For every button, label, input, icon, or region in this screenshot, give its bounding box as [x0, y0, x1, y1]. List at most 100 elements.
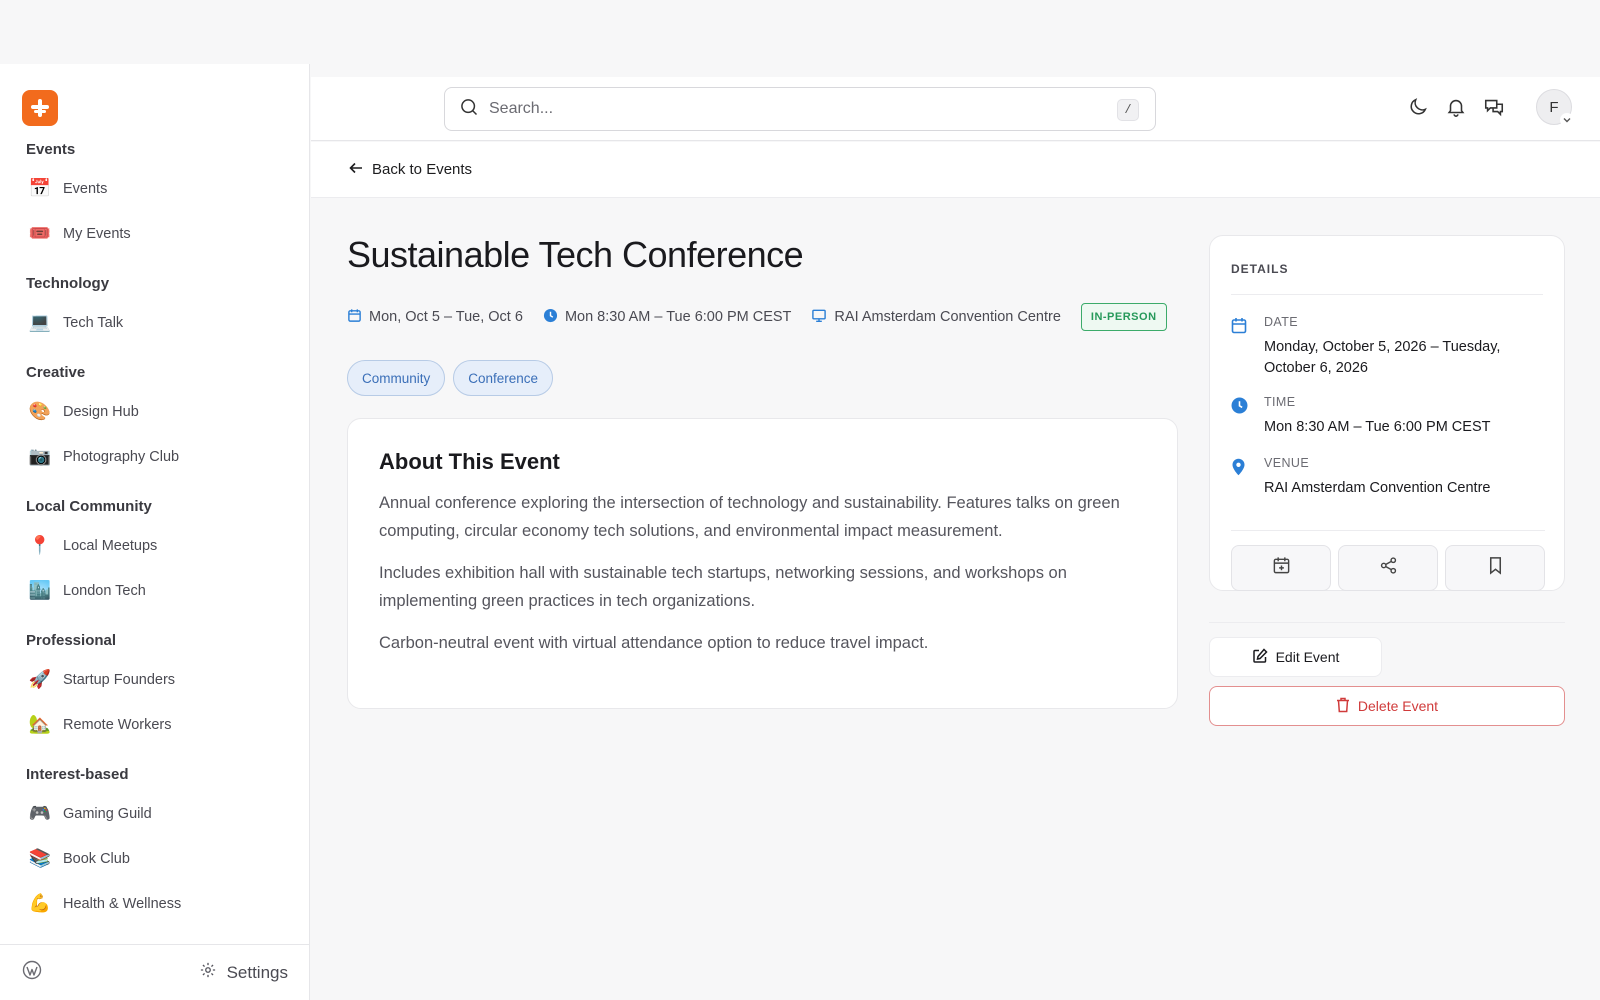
bookmark-button[interactable]: [1445, 545, 1545, 591]
sidebar-item-label: London Tech: [63, 582, 146, 599]
settings-label: Settings: [226, 962, 288, 982]
nav-group-title: Local Community: [26, 498, 152, 515]
search-box[interactable]: /: [444, 87, 1156, 131]
meta-date: Mon, Oct 5 – Tue, Oct 6: [347, 308, 523, 327]
sidebar-item-my-events[interactable]: 🎟️ My Events: [26, 211, 309, 256]
tag-community[interactable]: Community: [347, 360, 446, 396]
sidebar-item-book-club[interactable]: 📚 Book Club: [26, 836, 309, 881]
sidebar-item-remote-workers[interactable]: 🏡 Remote Workers: [26, 702, 309, 747]
nav-group-title: Interest-based: [26, 766, 129, 783]
event-tags: Community Conference: [347, 360, 554, 396]
nav-group-creative: Creative 🎨 Design Hub 📷 Photography Club: [0, 363, 309, 479]
moon-icon[interactable]: [1406, 95, 1430, 119]
meta-venue-text: RAI Amsterdam Convention Centre: [834, 309, 1061, 325]
bell-icon[interactable]: [1444, 95, 1468, 119]
sidebar-item-label: Health & Wellness: [63, 895, 182, 912]
pin-emoji-icon: 📍: [28, 535, 52, 555]
detail-venue: VENUE RAI Amsterdam Convention Centre: [1231, 456, 1543, 499]
meta-date-text: Mon, Oct 5 – Tue, Oct 6: [369, 309, 523, 325]
sidebar-nav[interactable]: Events 📅 Events 🎟️ My Events Technology …: [0, 132, 309, 938]
sidebar-item-photography-club[interactable]: 📷 Photography Club: [26, 434, 309, 479]
laptop-emoji-icon: 💻: [28, 312, 52, 332]
detail-label: DATE: [1264, 315, 1299, 329]
avatar[interactable]: F: [1536, 89, 1574, 127]
sidebar-item-events[interactable]: 📅 Events: [26, 166, 309, 211]
calendar-icon: [347, 308, 362, 327]
details-card: DETAILS DATE Monday, October 5, 2026 – T…: [1209, 235, 1565, 591]
camera-emoji-icon: 📷: [28, 446, 52, 466]
sidebar-item-label: Tech Talk: [63, 314, 124, 331]
meta-time: Mon 8:30 AM – Tue 6:00 PM CEST: [543, 308, 791, 327]
delete-event-button[interactable]: Delete Event: [1209, 686, 1565, 726]
sidebar-item-startup-founders[interactable]: 🚀 Startup Founders: [26, 657, 309, 702]
search-icon: [459, 97, 479, 122]
share-button[interactable]: [1338, 545, 1438, 591]
nav-group-title: Creative: [26, 364, 86, 381]
wordpress-icon[interactable]: [22, 960, 42, 985]
page-title: Sustainable Tech Conference: [347, 234, 804, 275]
bookmark-icon: [1487, 556, 1504, 580]
back-link-label: Back to Events: [372, 161, 473, 178]
detail-value: Monday, October 5, 2026 – Tuesday, Octob…: [1264, 339, 1501, 376]
sidebar-item-label: Photography Club: [63, 448, 180, 465]
nav-group-events: Events 📅 Events 🎟️ My Events: [0, 140, 309, 256]
details-actions: [1231, 530, 1545, 591]
detail-label: TIME: [1264, 395, 1296, 409]
top-strip: [0, 0, 1600, 64]
back-to-events-link[interactable]: Back to Events: [348, 160, 472, 180]
about-paragraph: Annual conference exploring the intersec…: [379, 494, 1120, 540]
sidebar-item-tech-talk[interactable]: 💻 Tech Talk: [26, 300, 309, 345]
detail-date: DATE Monday, October 5, 2026 – Tuesday, …: [1231, 315, 1543, 379]
detail-label: VENUE: [1264, 456, 1310, 470]
sidebar-footer: Settings: [0, 944, 309, 1000]
about-title: About This Event: [379, 449, 560, 474]
back-bar: Back to Events: [311, 142, 1600, 198]
sidebar-item-gaming-guild[interactable]: 🎮 Gaming Guild: [26, 791, 309, 836]
sidebar-item-london-tech[interactable]: 🏙️ London Tech: [26, 568, 309, 613]
search-input[interactable]: [489, 100, 1089, 118]
meta-time-text: Mon 8:30 AM – Tue 6:00 PM CEST: [564, 309, 792, 325]
tag-conference[interactable]: Conference: [453, 360, 554, 396]
settings-link[interactable]: Settings: [199, 961, 288, 984]
edit-icon: [1252, 647, 1268, 667]
city-emoji-icon: 🏙️: [28, 580, 52, 600]
ticket-emoji-icon: 🎟️: [28, 223, 52, 243]
sidebar-item-label: Remote Workers: [63, 716, 172, 733]
sidebar-item-health-wellness[interactable]: 💪 Health & Wellness: [26, 881, 309, 926]
sidebar-item-label: My Events: [63, 225, 131, 242]
calendar-icon: [1231, 315, 1264, 379]
sidebar-item-label: Book Club: [63, 850, 130, 867]
divider: [1209, 622, 1565, 623]
logo-mark-icon: [31, 99, 49, 117]
nav-group-professional: Professional 🚀 Startup Founders 🏡 Remote…: [0, 631, 309, 747]
share-icon: [1379, 556, 1398, 580]
detail-value: RAI Amsterdam Convention Centre: [1264, 480, 1491, 496]
add-to-calendar-button[interactable]: [1231, 545, 1331, 591]
edit-event-button[interactable]: Edit Event: [1209, 637, 1382, 677]
clock-icon: [1231, 395, 1264, 438]
books-emoji-icon: 📚: [28, 848, 52, 868]
event-meta-row: Mon, Oct 5 – Tue, Oct 6 Mon 8:30 AM – Tu…: [347, 302, 1167, 332]
search-shortcut-key: /: [1117, 99, 1139, 121]
sidebar-item-design-hub[interactable]: 🎨 Design Hub: [26, 389, 309, 434]
nav-group-technology: Technology 💻 Tech Talk: [0, 274, 309, 345]
calendar-plus-icon: [1272, 556, 1291, 580]
sidebar-item-label: Local Meetups: [63, 537, 158, 554]
nav-group-title: Professional: [26, 632, 117, 649]
meta-venue: RAI Amsterdam Convention Centre: [811, 308, 1061, 327]
chevron-down-icon: [1560, 113, 1574, 127]
muscle-emoji-icon: 💪: [28, 893, 52, 913]
arrow-left-icon: [348, 160, 364, 180]
palette-emoji-icon: 🎨: [28, 401, 52, 421]
chat-icon[interactable]: [1482, 95, 1506, 119]
nav-group-local-community: Local Community 📍 Local Meetups 🏙️ Londo…: [0, 497, 309, 613]
map-pin-icon: [1231, 456, 1264, 499]
detail-value: Mon 8:30 AM – Tue 6:00 PM CEST: [1264, 419, 1491, 435]
app-logo[interactable]: [22, 90, 58, 126]
header-actions: F: [1406, 89, 1574, 127]
top-header: / F: [311, 77, 1600, 141]
sidebar-item-local-meetups[interactable]: 📍 Local Meetups: [26, 523, 309, 568]
sidebar-item-label: Startup Founders: [63, 671, 176, 688]
edit-event-label: Edit Event: [1275, 649, 1340, 665]
details-heading: DETAILS: [1231, 262, 1543, 295]
